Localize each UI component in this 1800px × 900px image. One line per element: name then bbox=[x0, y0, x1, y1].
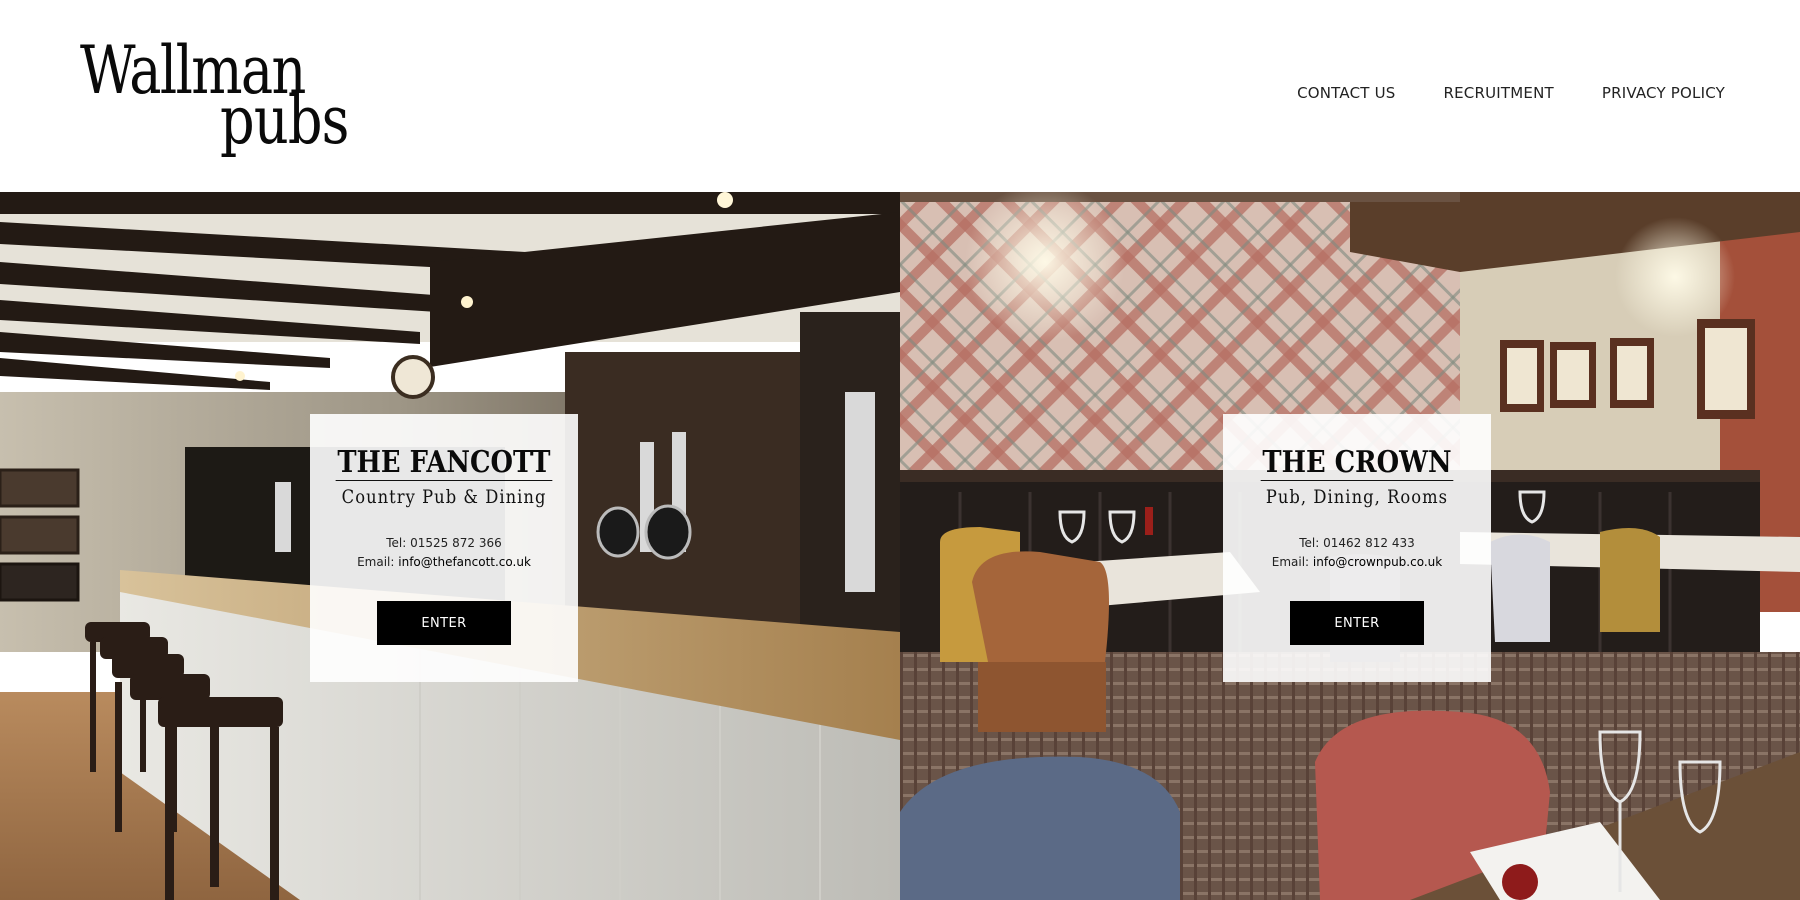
crown-telephone: Tel: 01462 812 433 bbox=[1299, 536, 1415, 550]
fancott-panel[interactable]: THE FANCOTT Country Pub & Dining Tel: 01… bbox=[0, 192, 900, 900]
crown-title: THE CROWN bbox=[1260, 445, 1454, 481]
fancott-enter-button[interactable]: ENTER bbox=[377, 601, 511, 645]
fancott-telephone: Tel: 01525 872 366 bbox=[386, 536, 502, 550]
crown-panel[interactable]: THE CROWN Pub, Dining, Rooms Tel: 01462 … bbox=[900, 192, 1800, 900]
fancott-email-link[interactable]: info@thefancott.co.uk bbox=[398, 555, 531, 569]
site-header: Wallman pubs CONTACT US RECRUITMENT PRIV… bbox=[0, 0, 1800, 192]
email-label: Email: bbox=[357, 555, 399, 569]
logo-line-2: pubs bbox=[220, 82, 349, 159]
fancott-title: THE FANCOTT bbox=[335, 445, 553, 481]
email-label: Email: bbox=[1271, 555, 1313, 569]
crown-enter-button[interactable]: ENTER bbox=[1290, 601, 1424, 645]
nav-recruitment[interactable]: RECRUITMENT bbox=[1443, 84, 1553, 102]
crown-email-line: Email: info@crownpub.co.uk bbox=[1223, 555, 1491, 569]
fancott-email-line: Email: info@thefancott.co.uk bbox=[310, 555, 578, 569]
crown-info-card: THE CROWN Pub, Dining, Rooms Tel: 01462 … bbox=[1223, 414, 1491, 682]
fancott-info-card: THE FANCOTT Country Pub & Dining Tel: 01… bbox=[310, 414, 578, 682]
main-nav: CONTACT US RECRUITMENT PRIVACY POLICY bbox=[1297, 84, 1725, 102]
nav-privacy-policy[interactable]: PRIVACY POLICY bbox=[1602, 84, 1725, 102]
crown-email-link[interactable]: info@crownpub.co.uk bbox=[1313, 555, 1442, 569]
nav-contact-us[interactable]: CONTACT US bbox=[1297, 84, 1395, 102]
wallman-pubs-logo[interactable]: Wallman pubs bbox=[80, 38, 360, 162]
fancott-tagline: Country Pub & Dining bbox=[341, 486, 547, 508]
crown-tagline: Pub, Dining, Rooms bbox=[1265, 486, 1449, 508]
